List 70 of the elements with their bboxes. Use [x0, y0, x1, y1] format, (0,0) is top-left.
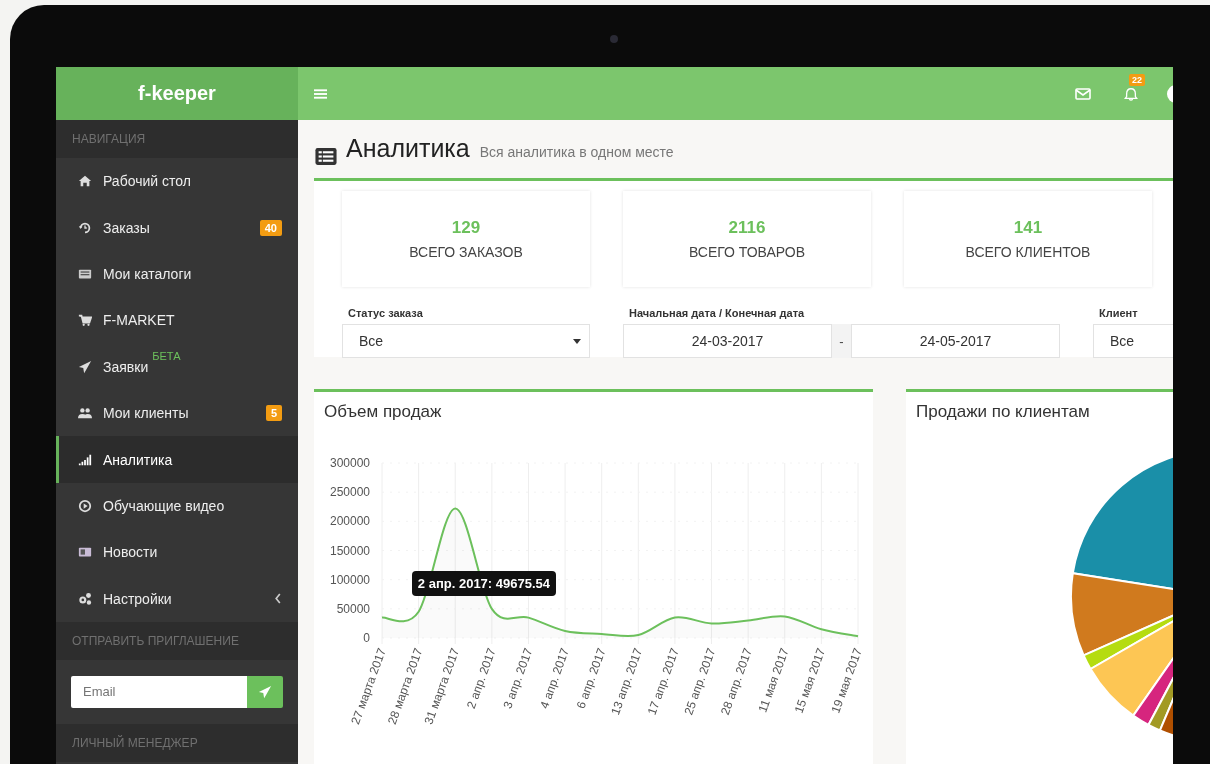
beta-label: БЕТА	[152, 349, 181, 362]
camera-icon	[610, 35, 618, 43]
x-tick-label: 4 апр. 2017	[537, 646, 572, 711]
play-icon	[78, 498, 92, 513]
x-tick-label: 2 апр. 2017	[463, 646, 499, 711]
x-tick-label: 25 апр. 2017	[681, 646, 719, 717]
section-heading: НАВИГАЦИЯ	[56, 120, 298, 158]
start-date-field[interactable]: 24-03-2017	[623, 324, 832, 358]
menu-icon[interactable]	[314, 87, 327, 100]
notification-badge: 22	[1129, 73, 1145, 86]
stat-value: 141	[1013, 218, 1043, 238]
x-tick-label: 17 апр. 2017	[644, 646, 682, 717]
sidebar-item[interactable]: Новости	[56, 529, 298, 576]
y-tick-label: 300000	[329, 456, 370, 470]
bars-icon	[78, 452, 92, 467]
date-separator: -	[832, 324, 851, 358]
status-select[interactable]: Все	[342, 324, 590, 358]
client-select[interactable]: Все	[1093, 324, 1173, 358]
panel-title: Объем продаж	[323, 401, 443, 422]
stat-value: 129	[451, 218, 481, 238]
send-button[interactable]	[247, 675, 283, 708]
x-tick-label: 15 мая 2017	[791, 646, 829, 716]
filter-label: Начальная дата / Конечная дата	[629, 307, 806, 319]
count-badge: 5	[265, 405, 282, 422]
chart-tooltip: 2 апр. 2017: 49675.54	[411, 570, 556, 596]
sidebar-item[interactable]: Мои клиенты 5	[56, 389, 298, 437]
filter-label: Клиент	[1099, 307, 1139, 319]
cart-icon	[78, 313, 92, 328]
send-icon	[258, 684, 272, 699]
mail-icon[interactable]	[1075, 86, 1091, 101]
users-icon	[78, 406, 92, 421]
y-tick-label: 100000	[329, 572, 370, 587]
x-tick-label: 13 апр. 2017	[608, 646, 646, 717]
x-tick-label: 28 апр. 2017	[717, 646, 755, 717]
sidebar-item[interactable]: Мои каталоги	[56, 250, 298, 298]
x-tick-label: 3 апр. 2017	[500, 646, 536, 711]
y-tick-label: 150000	[329, 543, 370, 558]
filter-label: Статус заказа	[348, 307, 424, 319]
sidebar-item[interactable]: Заказы 40	[56, 204, 298, 251]
y-tick-label: 0	[363, 631, 370, 645]
stat-label: ВСЕГО ТОВАРОВ	[688, 244, 806, 260]
y-tick-label: 200000	[329, 514, 370, 529]
x-tick-label: 6 апр. 2017	[573, 646, 609, 711]
email-field[interactable]: Email	[71, 675, 247, 708]
sidebar-item[interactable]: Аналитика	[56, 436, 298, 483]
section-heading: ЛИЧНЫЙ МЕНЕДЖЕР	[56, 723, 298, 762]
gears-icon	[78, 591, 92, 606]
history-icon	[78, 220, 92, 235]
page-title: Аналитика	[346, 134, 470, 163]
end-date-field[interactable]: 24-05-2017	[851, 324, 1060, 358]
stat-label: ВСЕГО ЗАКАЗОВ	[409, 244, 523, 260]
y-tick-label: 250000	[329, 485, 370, 500]
list-icon	[314, 146, 338, 166]
sidebar-item[interactable]: Настройки	[56, 575, 298, 622]
send-icon	[78, 359, 92, 374]
home-icon	[78, 174, 92, 189]
sidebar-item[interactable]: Рабочий стол	[56, 158, 298, 205]
section-heading: ОТПРАВИТЬ ПРИГЛАШЕНИЕ	[56, 621, 298, 660]
sidebar-item[interactable]: Обучающие видео	[56, 482, 298, 530]
caret-icon	[573, 338, 581, 344]
stat-label: ВСЕГО КЛИЕНТОВ	[965, 244, 1091, 260]
y-tick-label: 50000	[336, 601, 370, 616]
bell-icon[interactable]	[1123, 86, 1139, 101]
stat-value: 2116	[728, 218, 766, 238]
sidebar-item[interactable]: F-MARKET	[56, 297, 298, 344]
x-tick-label: 19 мая 2017	[828, 646, 865, 716]
x-tick-label: 11 мая 2017	[755, 646, 792, 715]
page-subtitle: Вся аналитика в одном месте	[479, 144, 674, 160]
panel-title: Продажи по клиентам	[915, 401, 1091, 422]
count-badge: 40	[259, 219, 282, 236]
